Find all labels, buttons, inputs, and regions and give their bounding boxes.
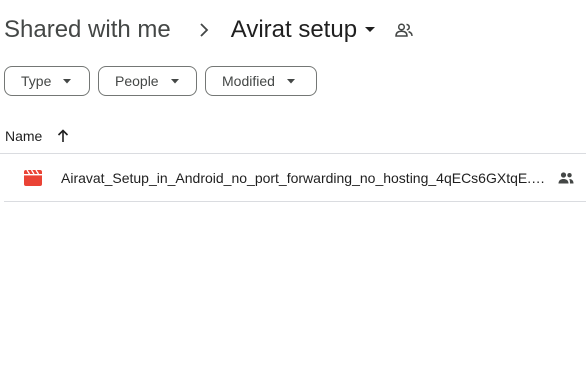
people-icon[interactable] bbox=[395, 23, 413, 37]
modified-filter-chip[interactable]: Modified bbox=[205, 66, 317, 96]
shared-people-icon bbox=[558, 171, 574, 184]
breadcrumb-shared-with-me[interactable]: Shared with me bbox=[4, 12, 171, 48]
breadcrumb: Shared with me Avirat setup bbox=[4, 12, 413, 48]
drive-shared-folder-view: Shared with me Avirat setup Type People … bbox=[0, 0, 586, 370]
caret-down-icon bbox=[63, 78, 72, 84]
caret-down-icon bbox=[365, 27, 376, 33]
current-folder-title: Avirat setup bbox=[230, 16, 358, 43]
type-filter-label: Type bbox=[21, 73, 52, 89]
caret-down-icon bbox=[170, 78, 179, 84]
arrow-up-icon[interactable] bbox=[57, 128, 69, 143]
people-filter-label: People bbox=[115, 73, 159, 89]
file-list-header: Name bbox=[0, 118, 586, 154]
current-folder-menu-button[interactable]: Avirat setup bbox=[230, 12, 376, 48]
caret-down-icon bbox=[286, 78, 295, 84]
table-row[interactable]: Airavat_Setup_in_Android_no_port_forward… bbox=[4, 154, 586, 202]
chevron-right-icon bbox=[193, 12, 215, 48]
name-column-header[interactable]: Name bbox=[5, 128, 42, 144]
people-filter-chip[interactable]: People bbox=[98, 66, 197, 96]
modified-filter-label: Modified bbox=[222, 73, 275, 89]
filter-chips: Type People Modified bbox=[4, 66, 317, 96]
type-filter-chip[interactable]: Type bbox=[4, 66, 90, 96]
file-name: Airavat_Setup_in_Android_no_port_forward… bbox=[61, 169, 549, 186]
video-file-icon bbox=[24, 169, 42, 187]
